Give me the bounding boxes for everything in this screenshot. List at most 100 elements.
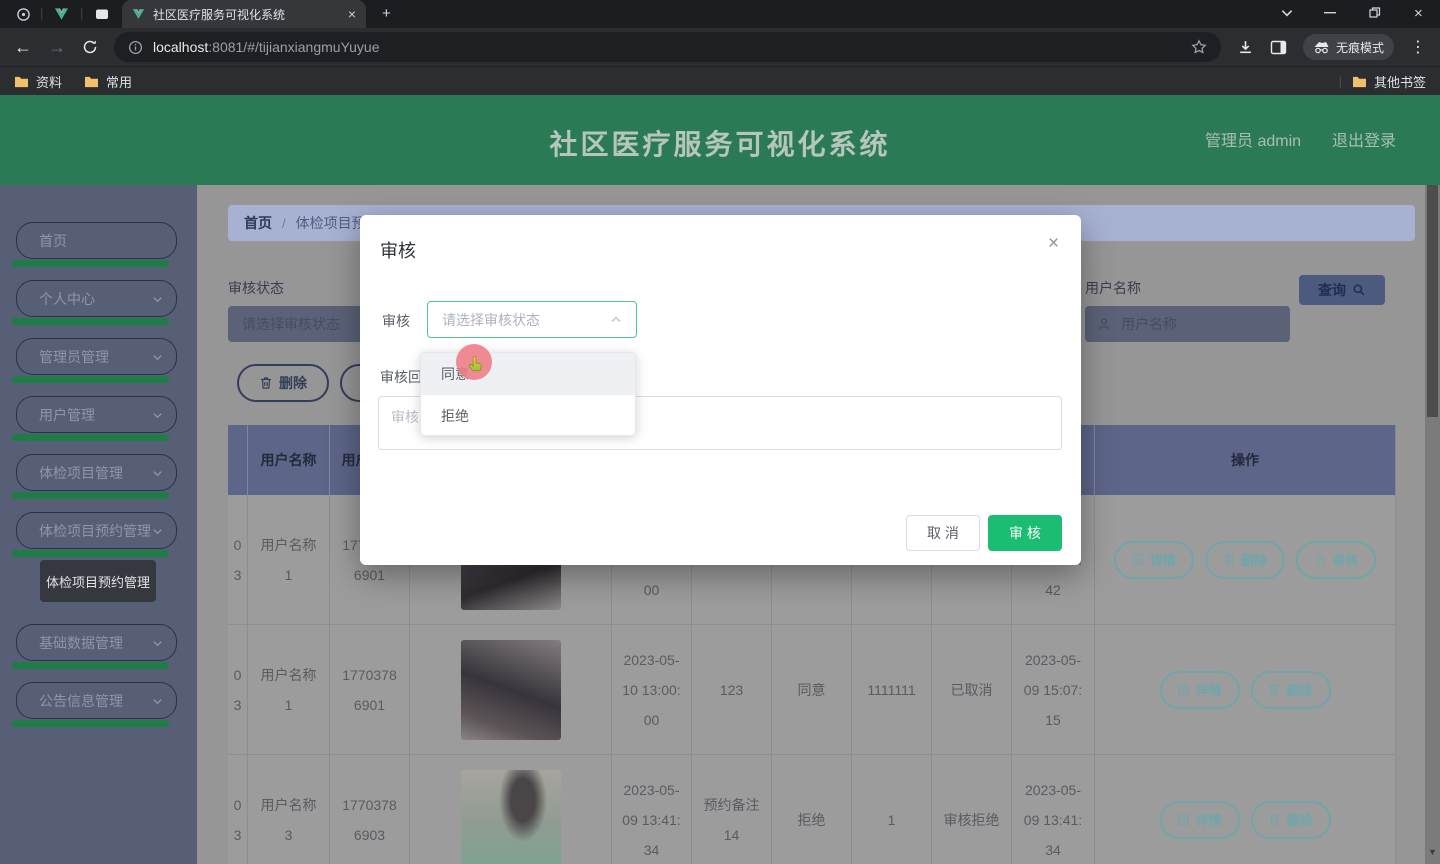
window-close-button[interactable]: × — [1414, 5, 1423, 22]
cancel-button[interactable]: 取 消 — [906, 515, 980, 551]
table-cell-value: 已取消 — [950, 681, 993, 698]
info-icon[interactable] — [128, 40, 143, 55]
row-review-button[interactable]: 审核 — [1296, 540, 1376, 579]
bookmark-item[interactable]: 资料 — [14, 72, 62, 91]
chevron-down-icon — [152, 638, 163, 649]
batch-delete-button[interactable]: 删除 — [237, 364, 329, 402]
browser-menu-icon[interactable]: ⋮ — [1410, 37, 1426, 57]
table-cell-ops: 详情 删除 — [1095, 625, 1396, 754]
url-text: localhost:8081/#/tijianxiangmuYuyue — [153, 39, 380, 55]
browser-toolbar: ← → localhost:8081/#/tijianxiangmuYuyue … — [0, 28, 1440, 66]
scrollbar-down-arrow-icon[interactable]: ▼ — [1428, 847, 1437, 857]
sidebar-item[interactable]: 体检项目管理 — [12, 454, 177, 499]
breadcrumb-home[interactable]: 首页 — [244, 213, 272, 233]
logout-link[interactable]: 退出登录 — [1332, 127, 1396, 151]
folder-icon — [84, 75, 99, 88]
sidebar-item[interactable]: 个人中心 — [12, 280, 177, 325]
logged-in-user: 管理员 admin — [1205, 133, 1302, 150]
sidebar-item-label: 公告信息管理 — [39, 692, 123, 709]
bookmark-star-icon[interactable] — [1191, 39, 1207, 55]
globe-icon[interactable] — [16, 7, 31, 22]
folder-icon — [14, 75, 29, 88]
table-cell-value: 预约备注14 — [703, 796, 760, 843]
sidebar-item[interactable]: 管理员管理 — [12, 338, 177, 383]
browser-tab[interactable]: 社区医疗服务可视化系统 × — [122, 0, 366, 28]
table-cell-ops: 详情 删除 — [1095, 755, 1396, 864]
table-cell-value: 2023-05-09 13:41:34 — [622, 781, 681, 858]
download-icon[interactable] — [1237, 39, 1254, 56]
bookmark-label: 资料 — [36, 74, 63, 90]
table-row: 03 用户名称3 17703786903 2023-05-09 13:41:34 预约备… — [228, 755, 1396, 864]
op-button-label: 审核 — [1331, 553, 1358, 568]
url-bar[interactable]: localhost:8081/#/tijianxiangmuYuyue — [114, 32, 1221, 62]
user-photo[interactable] — [460, 639, 561, 740]
sidebar-item[interactable]: 体检项目预约管理 — [12, 512, 177, 557]
chevron-up-icon — [610, 314, 622, 326]
sidebar-item[interactable]: 公告信息管理 — [12, 682, 177, 727]
search-button[interactable]: 查询 — [1299, 275, 1385, 305]
table-cell: 1 — [852, 755, 932, 864]
select-placeholder: 请选择审核状态 — [442, 311, 540, 328]
tab-search-chevron-icon[interactable] — [1280, 6, 1294, 20]
op-button-label: 详情 — [1149, 553, 1176, 568]
sidebar: 首页个人中心管理员管理用户管理体检项目管理体检项目预约管理 基础数据管理 公告信息管… — [0, 185, 197, 864]
row-delete-button[interactable]: 删除 — [1250, 670, 1331, 709]
table-cell: 用户名称3 — [248, 755, 330, 864]
table-cell: 预约备注14 — [692, 755, 772, 864]
row-detail-button[interactable]: 详情 — [1159, 670, 1240, 709]
dropdown-option[interactable]: 拒绝 — [421, 395, 635, 437]
username-filter-label: 用户名称 — [1085, 280, 1141, 296]
bookmark-item[interactable]: 常用 — [84, 72, 132, 91]
sidebar-item[interactable]: 首页 — [12, 222, 177, 267]
pinned-tab-icon[interactable] — [94, 7, 110, 21]
username-filter-field[interactable] — [1085, 306, 1290, 342]
trash-icon — [1268, 683, 1281, 696]
window-minimize-button[interactable] — [1324, 12, 1336, 14]
username-filter-input[interactable] — [1119, 315, 1278, 333]
side-panel-icon[interactable] — [1270, 40, 1287, 55]
confirm-review-button[interactable]: 审 核 — [988, 515, 1062, 551]
vue-logo-icon[interactable] — [54, 7, 69, 21]
review-status-select[interactable]: 请选择审核状态 — [427, 301, 637, 338]
sidebar-item-label: 基础数据管理 — [39, 634, 123, 651]
sidebar-item[interactable]: 用户管理 — [12, 396, 177, 441]
row-detail-button[interactable]: 详情 — [1159, 800, 1240, 839]
table-cell: 拒绝 — [772, 755, 852, 864]
table-cell: 用户名称1 — [248, 495, 330, 624]
table-cell: 17703786901 — [330, 625, 410, 754]
table-cell-value: 03 — [233, 536, 242, 583]
sidebar-item[interactable]: 基础数据管理 — [12, 624, 177, 669]
table-header-label: 用户名称 — [260, 452, 317, 468]
tab-title: 社区医疗服务可视化系统 — [153, 7, 286, 22]
tab-close-icon[interactable]: × — [348, 7, 356, 21]
user-photo[interactable] — [460, 769, 561, 864]
table-cell: 审核拒绝 — [932, 755, 1012, 864]
chevron-down-icon — [152, 526, 163, 537]
table-cell-value: 2023-05-09 15:07:15 — [1023, 651, 1083, 728]
row-delete-button[interactable]: 删除 — [1250, 800, 1331, 839]
row-detail-button[interactable]: 详情 — [1114, 540, 1194, 579]
sidebar-item-label: 体检项目预约管理 — [39, 522, 151, 539]
forward-icon[interactable]: → — [48, 37, 66, 58]
sidebar-item-label: 体检项目管理 — [39, 464, 123, 481]
dialog-close-icon[interactable]: × — [1048, 233, 1059, 255]
chevron-down-icon — [152, 410, 163, 421]
scrollbar[interactable]: ▼ — [1425, 185, 1440, 864]
table-cell-value: 2023-05-09 13:41:34 — [1023, 781, 1083, 858]
chevron-down-icon — [152, 468, 163, 479]
new-tab-button[interactable]: + — [382, 5, 391, 22]
back-icon[interactable]: ← — [14, 37, 32, 58]
row-delete-button[interactable]: 删除 — [1205, 540, 1285, 579]
dropdown-option-label: 拒绝 — [441, 408, 469, 424]
other-bookmarks[interactable]: 其他书签 — [1352, 72, 1426, 91]
refresh-icon[interactable] — [82, 39, 98, 55]
scrollbar-thumb[interactable] — [1427, 185, 1438, 417]
table-cell-value: 03 — [233, 796, 242, 843]
table-header-cell: 操作 — [1095, 425, 1396, 495]
dropdown-option[interactable]: 同意 — [421, 353, 635, 395]
window-restore-button[interactable] — [1368, 6, 1381, 19]
table-cell: 17703786903 — [330, 755, 410, 864]
table-row: 03 用户名称1 17703786901 2023-05-10 13:00:00 123… — [228, 625, 1396, 755]
table-cell-value: 123 — [719, 681, 744, 698]
table-header-label: 操作 — [1231, 452, 1259, 468]
